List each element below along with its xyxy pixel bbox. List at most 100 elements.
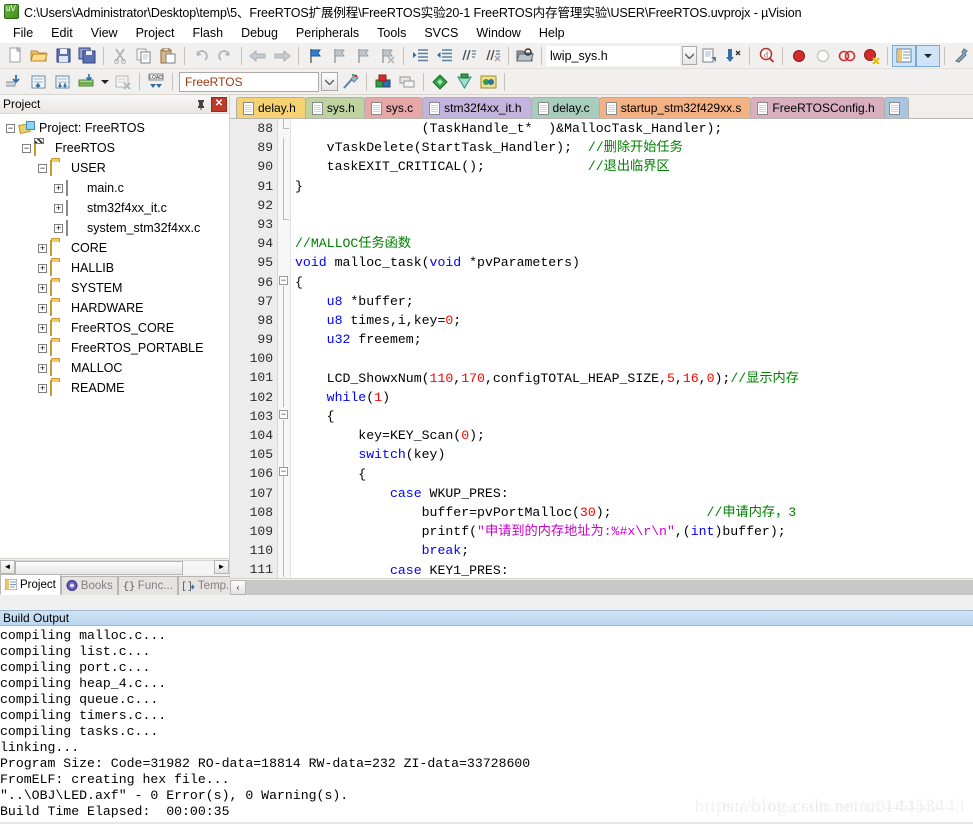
goto-definition-icon[interactable] bbox=[721, 45, 745, 67]
project-horizontal-scrollbar[interactable]: ◄ ► bbox=[0, 558, 229, 575]
scroll-left-icon[interactable]: ‹ bbox=[230, 579, 246, 595]
expander-icon[interactable]: + bbox=[54, 183, 63, 193]
tab-books[interactable]: Books bbox=[60, 576, 118, 595]
tree-item-hardware[interactable]: + HARDWARE bbox=[2, 298, 229, 318]
expander-icon[interactable]: − bbox=[22, 143, 31, 153]
expander-icon[interactable]: + bbox=[38, 343, 47, 353]
bookmark-next-icon[interactable] bbox=[351, 45, 375, 67]
code-folding-column[interactable]: − − − bbox=[278, 119, 291, 578]
expander-icon[interactable]: + bbox=[54, 223, 63, 233]
redo-icon[interactable] bbox=[213, 45, 237, 67]
undo-icon[interactable] bbox=[189, 45, 213, 67]
tree-item-core[interactable]: + CORE bbox=[2, 238, 229, 258]
editor-tab-startup-stm32f429xx-s[interactable]: startup_stm32f429xx.s bbox=[598, 97, 752, 118]
find-in-files-icon[interactable] bbox=[513, 45, 537, 67]
batch-build-icon[interactable] bbox=[75, 71, 99, 93]
bookmark-clear-icon[interactable] bbox=[375, 45, 399, 67]
menu-tools[interactable]: Tools bbox=[368, 24, 415, 42]
open-file-icon[interactable] bbox=[27, 45, 51, 67]
expander-icon[interactable]: + bbox=[38, 263, 47, 273]
expander-icon[interactable]: + bbox=[54, 203, 63, 213]
fold-toggle-icon[interactable]: − bbox=[279, 410, 288, 419]
editor-horizontal-scrollbar[interactable]: ‹ bbox=[230, 578, 973, 595]
target-options-icon[interactable] bbox=[338, 71, 362, 93]
scroll-track[interactable] bbox=[246, 579, 973, 595]
menu-view[interactable]: View bbox=[82, 24, 127, 42]
pack-installer-icon[interactable] bbox=[452, 71, 476, 93]
editor-tab-stm32f4xx-it-h[interactable]: stm32f4xx_it.h bbox=[422, 97, 532, 118]
manage-runtime-icon[interactable] bbox=[476, 71, 500, 93]
tree-item-stm32f4xx-it-c[interactable]: + stm32f4xx_it.c bbox=[2, 198, 229, 218]
scroll-thumb[interactable] bbox=[15, 560, 183, 575]
project-window-dropdown-icon[interactable] bbox=[916, 44, 940, 67]
fold-toggle-icon[interactable]: − bbox=[279, 276, 288, 285]
tree-item-malloc[interactable]: + MALLOC bbox=[2, 358, 229, 378]
stop-build-icon[interactable] bbox=[111, 71, 135, 93]
manage-project-items-icon[interactable] bbox=[371, 71, 395, 93]
navigate-forward-icon[interactable] bbox=[270, 45, 294, 67]
download-icon[interactable]: LOAD bbox=[144, 71, 168, 93]
menu-peripherals[interactable]: Peripherals bbox=[287, 24, 368, 42]
tree-item-system[interactable]: + SYSTEM bbox=[2, 278, 229, 298]
expander-icon[interactable]: + bbox=[38, 243, 47, 253]
fold-toggle-icon[interactable]: − bbox=[279, 467, 288, 476]
tree-item-user[interactable]: − USER bbox=[2, 158, 229, 178]
save-all-icon[interactable] bbox=[75, 45, 99, 67]
tree-item-project[interactable]: − Project: FreeRTOS bbox=[2, 118, 229, 138]
tab-project[interactable]: Project bbox=[0, 574, 61, 595]
menu-project[interactable]: Project bbox=[127, 24, 184, 42]
bookmark-toggle-icon[interactable] bbox=[303, 45, 327, 67]
insert-bookmark-icon[interactable] bbox=[697, 45, 721, 67]
menu-edit[interactable]: Edit bbox=[42, 24, 82, 42]
file-combo[interactable]: lwip_sys.h bbox=[546, 45, 681, 66]
pin-icon[interactable] bbox=[193, 97, 209, 112]
expander-icon[interactable]: + bbox=[38, 363, 47, 373]
menu-file[interactable]: File bbox=[4, 24, 42, 42]
configure-icon[interactable] bbox=[949, 45, 973, 67]
insert-breakpoint-icon[interactable] bbox=[787, 45, 811, 67]
editor-tab-active-partial[interactable] bbox=[883, 97, 909, 118]
kill-all-breakpoints-icon[interactable] bbox=[859, 45, 883, 67]
tree-item-hallib[interactable]: + HALLIB bbox=[2, 258, 229, 278]
new-file-icon[interactable] bbox=[3, 45, 27, 67]
editor-tab-freertosconfig-h[interactable]: FreeRTOSConfig.h bbox=[750, 97, 885, 118]
expander-icon[interactable]: + bbox=[38, 283, 47, 293]
file-combo-dropdown-icon[interactable] bbox=[682, 46, 697, 65]
bookmark-prev-icon[interactable] bbox=[327, 45, 351, 67]
cut-icon[interactable] bbox=[108, 45, 132, 67]
menu-debug[interactable]: Debug bbox=[232, 24, 287, 42]
code-text[interactable]: (TaskHandle_t* )&MallocTask_Handler); vT… bbox=[291, 119, 973, 578]
menu-help[interactable]: Help bbox=[530, 24, 574, 42]
expander-icon[interactable]: + bbox=[38, 303, 47, 313]
tree-item-system-stm32f4xx-c[interactable]: + system_stm32f4xx.c bbox=[2, 218, 229, 238]
search-docs-icon[interactable]: d bbox=[754, 45, 778, 67]
save-icon[interactable] bbox=[51, 45, 75, 67]
comment-icon[interactable] bbox=[456, 45, 480, 67]
tree-item-main-c[interactable]: + main.c bbox=[2, 178, 229, 198]
close-icon[interactable]: ✕ bbox=[211, 96, 227, 112]
tree-item-freertos-portable[interactable]: + FreeRTOS_PORTABLE bbox=[2, 338, 229, 358]
tree-item-target[interactable]: − FreeRTOS bbox=[2, 138, 229, 158]
uncomment-icon[interactable] bbox=[480, 45, 504, 67]
batch-build-dropdown-icon[interactable] bbox=[99, 71, 111, 93]
menu-svcs[interactable]: SVCS bbox=[415, 24, 467, 42]
manage-multi-project-icon[interactable] bbox=[395, 71, 419, 93]
disable-breakpoint-icon[interactable] bbox=[811, 45, 835, 67]
build-output-text[interactable]: compiling malloc.c... compiling list.c..… bbox=[0, 626, 973, 824]
tree-item-freertos-core[interactable]: + FreeRTOS_CORE bbox=[2, 318, 229, 338]
expander-icon[interactable]: − bbox=[38, 163, 47, 173]
editor-tab-delay-h[interactable]: delay.h bbox=[236, 97, 306, 118]
editor-tab-delay-c[interactable]: delay.c bbox=[530, 97, 600, 118]
scroll-left-icon[interactable]: ◄ bbox=[0, 559, 15, 574]
copy-icon[interactable] bbox=[132, 45, 156, 67]
editor-tab-sys-c[interactable]: sys.c bbox=[363, 97, 424, 118]
disable-all-breakpoints-icon[interactable] bbox=[835, 45, 859, 67]
expander-icon[interactable]: + bbox=[38, 323, 47, 333]
scroll-right-icon[interactable]: ► bbox=[214, 559, 229, 574]
navigate-back-icon[interactable] bbox=[246, 45, 270, 67]
editor-tab-sys-h[interactable]: sys.h bbox=[304, 97, 365, 118]
expander-icon[interactable]: − bbox=[6, 123, 15, 133]
code-editor[interactable]: 88 89 90 91 92 93 94 95 96 97 98 99 100 … bbox=[230, 119, 973, 578]
scroll-track[interactable] bbox=[15, 559, 214, 575]
menu-window[interactable]: Window bbox=[467, 24, 529, 42]
